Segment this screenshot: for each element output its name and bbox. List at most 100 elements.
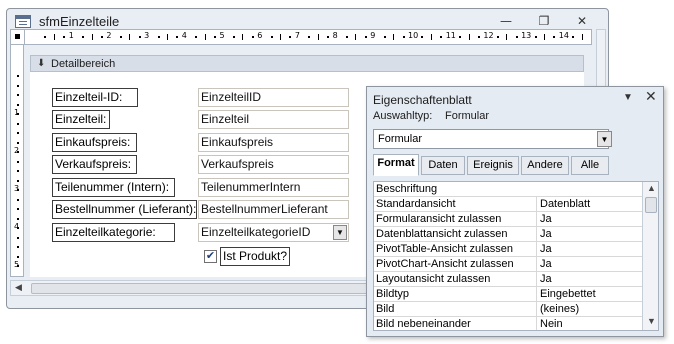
- tab-format[interactable]: Format: [373, 154, 419, 176]
- ruler-tick: [166, 34, 168, 40]
- scroll-left-icon[interactable]: ◀: [15, 282, 22, 293]
- ruler-tick: [91, 34, 93, 40]
- field-einzelteil-id[interactable]: EinzelteilID: [198, 88, 349, 107]
- property-value[interactable]: Eingebettet: [536, 287, 640, 301]
- vertical-ruler[interactable]: 12345: [10, 45, 24, 277]
- field-einkaufspreis[interactable]: Einkaufspreis: [198, 133, 349, 152]
- property-row[interactable]: Standardansicht Datenblatt: [374, 197, 642, 212]
- label-einkaufspreis[interactable]: Einkaufspreis:: [52, 133, 137, 152]
- scroll-thumb[interactable]: [31, 283, 421, 294]
- label-einzelteil-id[interactable]: Einzelteil-ID:: [52, 88, 138, 107]
- label-bestellnummer-lieferant[interactable]: Bestellnummer (Lieferant):: [52, 200, 197, 219]
- dropdown-arrow-icon[interactable]: ▼: [597, 131, 612, 147]
- dropdown-arrow-icon[interactable]: ▼: [333, 225, 347, 240]
- panel-close-icon[interactable]: ✕: [645, 89, 657, 105]
- ruler-dot: [17, 84, 19, 87]
- label-einzelteil[interactable]: Einzelteil:: [52, 110, 110, 129]
- ruler-dot: [63, 36, 66, 38]
- property-value[interactable]: Nein: [536, 317, 640, 330]
- property-row[interactable]: Bild (keines): [374, 302, 642, 317]
- label-ist-produkt[interactable]: Ist Produkt?: [220, 247, 290, 266]
- tab-andere[interactable]: Andere: [521, 156, 569, 175]
- label-verkaufspreis[interactable]: Verkaufspreis:: [52, 155, 137, 174]
- tab-daten[interactable]: Daten: [421, 156, 465, 175]
- property-row[interactable]: PivotChart-Ansicht zulassen Ja: [374, 257, 642, 272]
- ruler-dot: [572, 36, 575, 38]
- ruler-dot: [232, 36, 235, 38]
- ruler-tick: [53, 34, 55, 40]
- ruler-dot: [119, 36, 122, 38]
- property-value[interactable]: Ja: [536, 257, 640, 271]
- property-row[interactable]: Datenblattansicht zulassen Ja: [374, 227, 642, 242]
- property-name: Formularansicht zulassen: [376, 213, 502, 225]
- property-value[interactable]: Ja: [536, 242, 640, 256]
- ruler-dot: [17, 198, 19, 201]
- scroll-thumb[interactable]: [645, 197, 657, 213]
- property-value[interactable]: Ja: [536, 227, 640, 241]
- ruler-tick: [129, 34, 131, 40]
- form-icon: [15, 15, 31, 28]
- label-teilenummer-intern[interactable]: Teilenummer (Intern):: [52, 178, 175, 197]
- selection-type-value: Formular: [445, 110, 490, 122]
- ruler-dot: [289, 36, 292, 38]
- property-value[interactable]: Ja: [536, 212, 640, 226]
- horizontal-ruler[interactable]: 1 2 3 4 5 6 7 8 9 10 11 12 13 14: [10, 29, 592, 45]
- property-grid-scrollbar[interactable]: ▲ ▼: [642, 182, 658, 330]
- ruler-dot: [17, 236, 19, 239]
- label-einzelteilkategorie[interactable]: Einzelteilkategorie:: [52, 223, 175, 242]
- ruler-dot: [534, 36, 537, 38]
- form-selector[interactable]: [11, 30, 25, 44]
- ruler-dot: [176, 36, 179, 38]
- combo-einzelteilkategorie[interactable]: EinzelteilkategorieID ▼: [198, 223, 349, 242]
- ruler-number: 14: [558, 31, 569, 40]
- ruler-number: 3: [144, 31, 150, 40]
- ruler-dot: [138, 36, 141, 38]
- panel-menu-icon[interactable]: ▼: [623, 92, 633, 103]
- ruler-tick: [543, 34, 545, 40]
- ruler-tick: [355, 34, 357, 40]
- property-row[interactable]: Layoutansicht zulassen Ja: [374, 272, 642, 287]
- ruler-dot: [440, 36, 443, 38]
- ruler-number: 11: [445, 31, 456, 40]
- scroll-up-icon[interactable]: ▲: [647, 183, 656, 193]
- tab-ereignis[interactable]: Ereignis: [467, 156, 519, 175]
- property-name: Datenblattansicht zulassen: [376, 228, 508, 240]
- close-button[interactable]: ✕: [571, 13, 593, 29]
- ruler-dot: [591, 36, 592, 38]
- ruler-number: 7: [294, 31, 300, 40]
- ruler-dot: [17, 208, 19, 210]
- property-row[interactable]: Bild nebeneinander Nein: [374, 317, 642, 330]
- restore-button[interactable]: ❐: [533, 13, 555, 29]
- ruler-number: 6: [257, 31, 263, 40]
- property-value[interactable]: (keines): [536, 302, 640, 316]
- property-sheet-panel: Eigenschaftenblatt ▼ ✕ Auswahltyp: Formu…: [366, 86, 664, 337]
- minimize-button[interactable]: —: [495, 13, 517, 29]
- property-row[interactable]: Bildtyp Eingebettet: [374, 287, 642, 302]
- ruler-dot: [270, 36, 273, 38]
- ruler-tick: [204, 34, 206, 40]
- ruler-tick: [468, 34, 470, 40]
- property-row[interactable]: PivotTable-Ansicht zulassen Ja: [374, 242, 642, 257]
- ruler-number: 13: [521, 31, 532, 40]
- field-einzelteil[interactable]: Einzelteil: [198, 110, 349, 129]
- checkbox-ist-produkt[interactable]: ✔: [204, 250, 217, 263]
- property-name: Bild: [376, 303, 395, 315]
- ruler-dot: [17, 227, 19, 229]
- property-value[interactable]: Datenblatt: [536, 197, 640, 211]
- scroll-down-icon[interactable]: ▼: [647, 316, 656, 326]
- property-grid[interactable]: Beschriftung Standardansicht Datenblatt …: [373, 181, 659, 331]
- property-name: Beschriftung: [376, 183, 438, 195]
- ruler-dot: [17, 113, 19, 115]
- section-header-detail[interactable]: ⬇ Detailbereich: [30, 55, 584, 72]
- field-verkaufspreis[interactable]: Verkaufspreis: [198, 155, 349, 174]
- tab-alle[interactable]: Alle: [571, 156, 609, 175]
- ruler-tick: [242, 34, 244, 40]
- object-select[interactable]: Formular ▼: [373, 129, 612, 149]
- property-value[interactable]: Ja: [536, 272, 640, 286]
- property-name: Standardansicht: [376, 198, 456, 210]
- field-teilenummer-intern[interactable]: TeilenummerIntern: [198, 178, 349, 197]
- property-row[interactable]: Beschriftung: [374, 182, 642, 197]
- property-row[interactable]: Formularansicht zulassen Ja: [374, 212, 642, 227]
- field-bestellnummer-lieferant[interactable]: BestellnummerLieferant: [198, 200, 349, 219]
- ruler-dot: [214, 36, 217, 38]
